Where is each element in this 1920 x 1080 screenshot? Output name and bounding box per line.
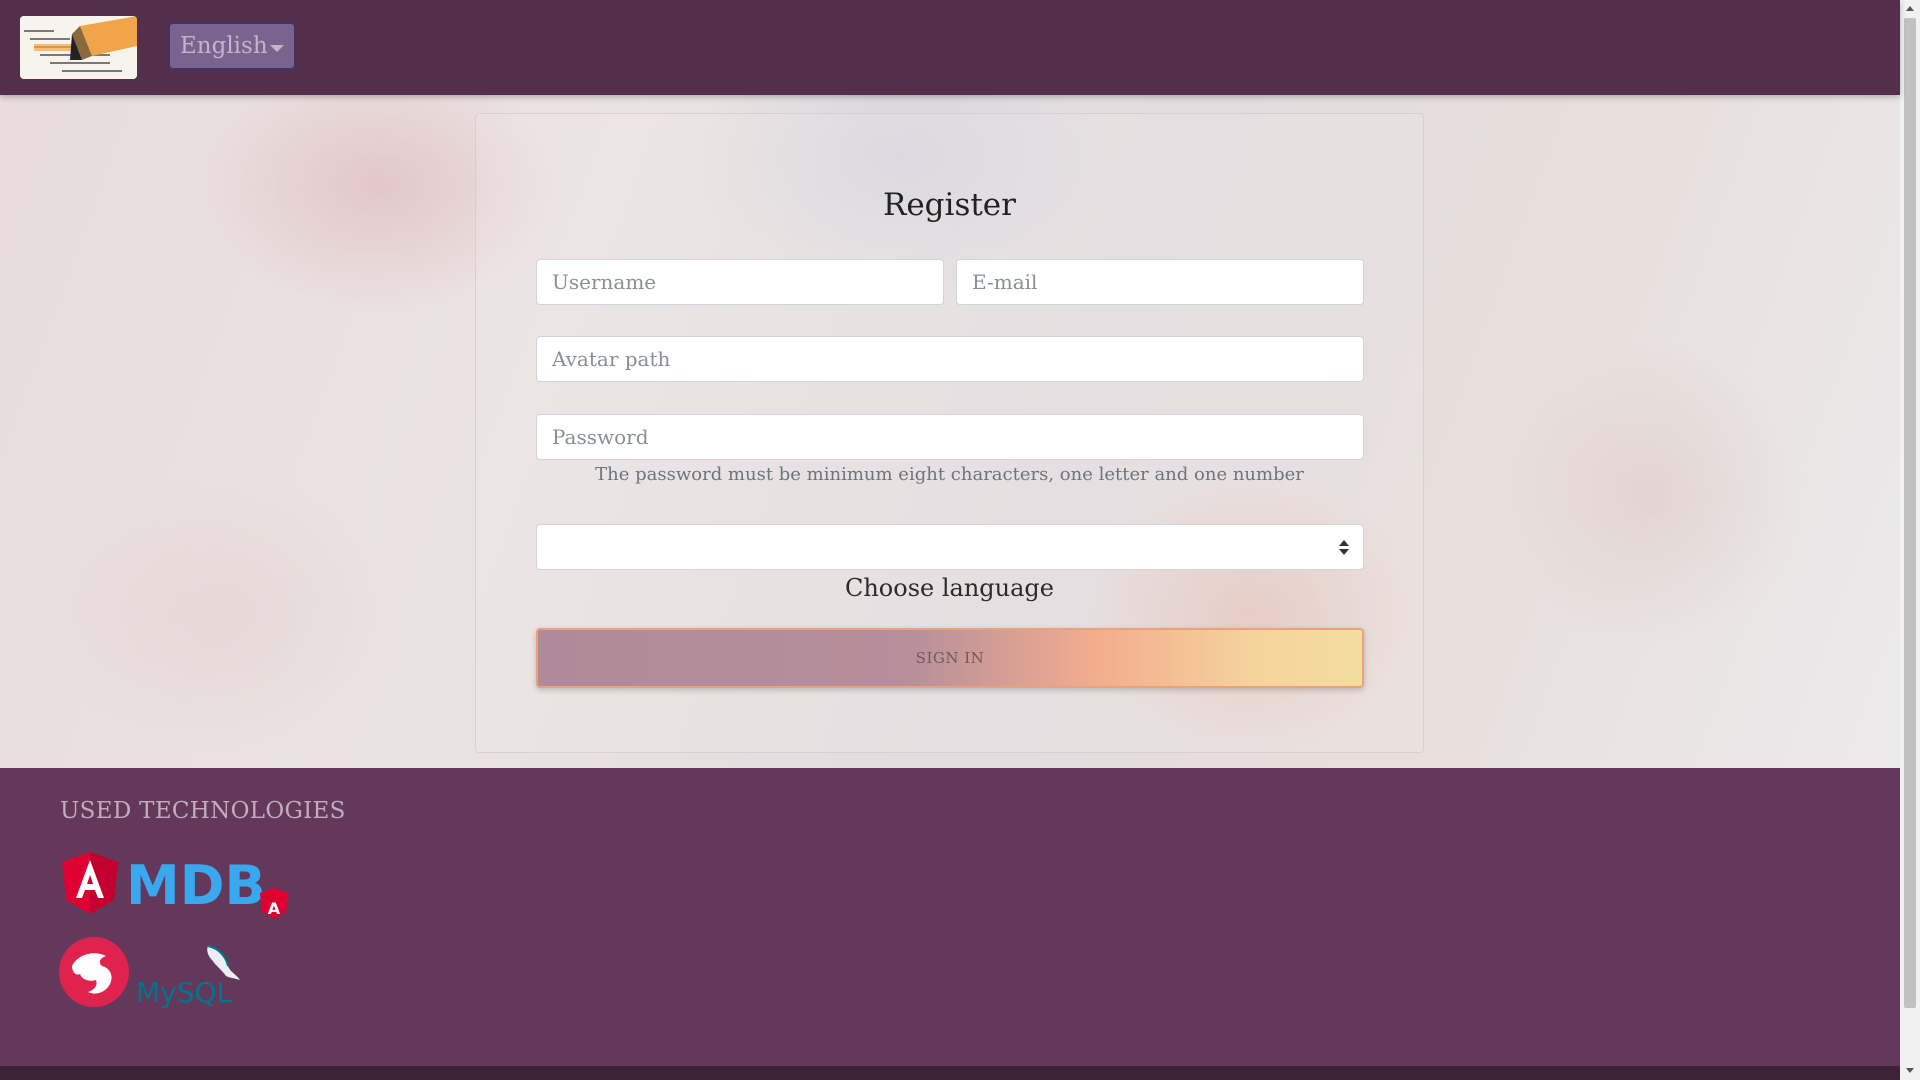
language-select-label: Choose language bbox=[844, 574, 1054, 602]
scroll-up-arrow-icon[interactable] bbox=[1906, 6, 1914, 11]
nestjs-logo bbox=[59, 937, 129, 1007]
password-input[interactable] bbox=[536, 414, 1364, 460]
register-card: Register The password must be minimum ei… bbox=[475, 113, 1424, 753]
scrollbar-thumb[interactable] bbox=[1904, 18, 1916, 1008]
select-arrows-icon bbox=[1339, 540, 1349, 556]
email-input[interactable] bbox=[956, 259, 1364, 305]
highlighter-document-icon bbox=[20, 16, 137, 79]
register-section: Register The password must be minimum ei… bbox=[0, 95, 1900, 768]
caret-down-icon bbox=[270, 45, 284, 52]
scroll-down-arrow-icon[interactable] bbox=[1906, 1068, 1914, 1073]
top-navbar: English bbox=[0, 0, 1900, 95]
page-scrollbar[interactable] bbox=[1900, 0, 1920, 1080]
footer-bottom-bar bbox=[0, 1066, 1900, 1080]
svg-text:MySQL: MySQL bbox=[136, 976, 233, 1008]
language-dropdown-button[interactable]: English bbox=[168, 22, 296, 70]
brand-logo[interactable] bbox=[20, 16, 137, 79]
angular-mdb-logo: MDB A bbox=[62, 852, 288, 919]
footer-title: USED TECHNOLOGIES bbox=[60, 798, 346, 824]
nest-mysql-logo: MySQL bbox=[59, 937, 240, 1008]
avatar-path-input[interactable] bbox=[536, 336, 1364, 382]
sign-in-button[interactable]: SIGN IN bbox=[536, 628, 1364, 688]
language-select[interactable] bbox=[536, 524, 1364, 570]
username-input[interactable] bbox=[536, 259, 944, 305]
page-title: Register bbox=[883, 187, 1016, 223]
angular-logo bbox=[62, 852, 118, 914]
language-button-label: English bbox=[180, 33, 268, 59]
svg-text:A: A bbox=[268, 899, 281, 918]
mdb-logo: MDB bbox=[126, 854, 266, 917]
mysql-logo: MySQL bbox=[136, 945, 240, 1008]
password-hint: The password must be minimum eight chara… bbox=[595, 464, 1304, 485]
footer: USED TECHNOLOGIES MDB A MySQL bbox=[0, 768, 1900, 1066]
